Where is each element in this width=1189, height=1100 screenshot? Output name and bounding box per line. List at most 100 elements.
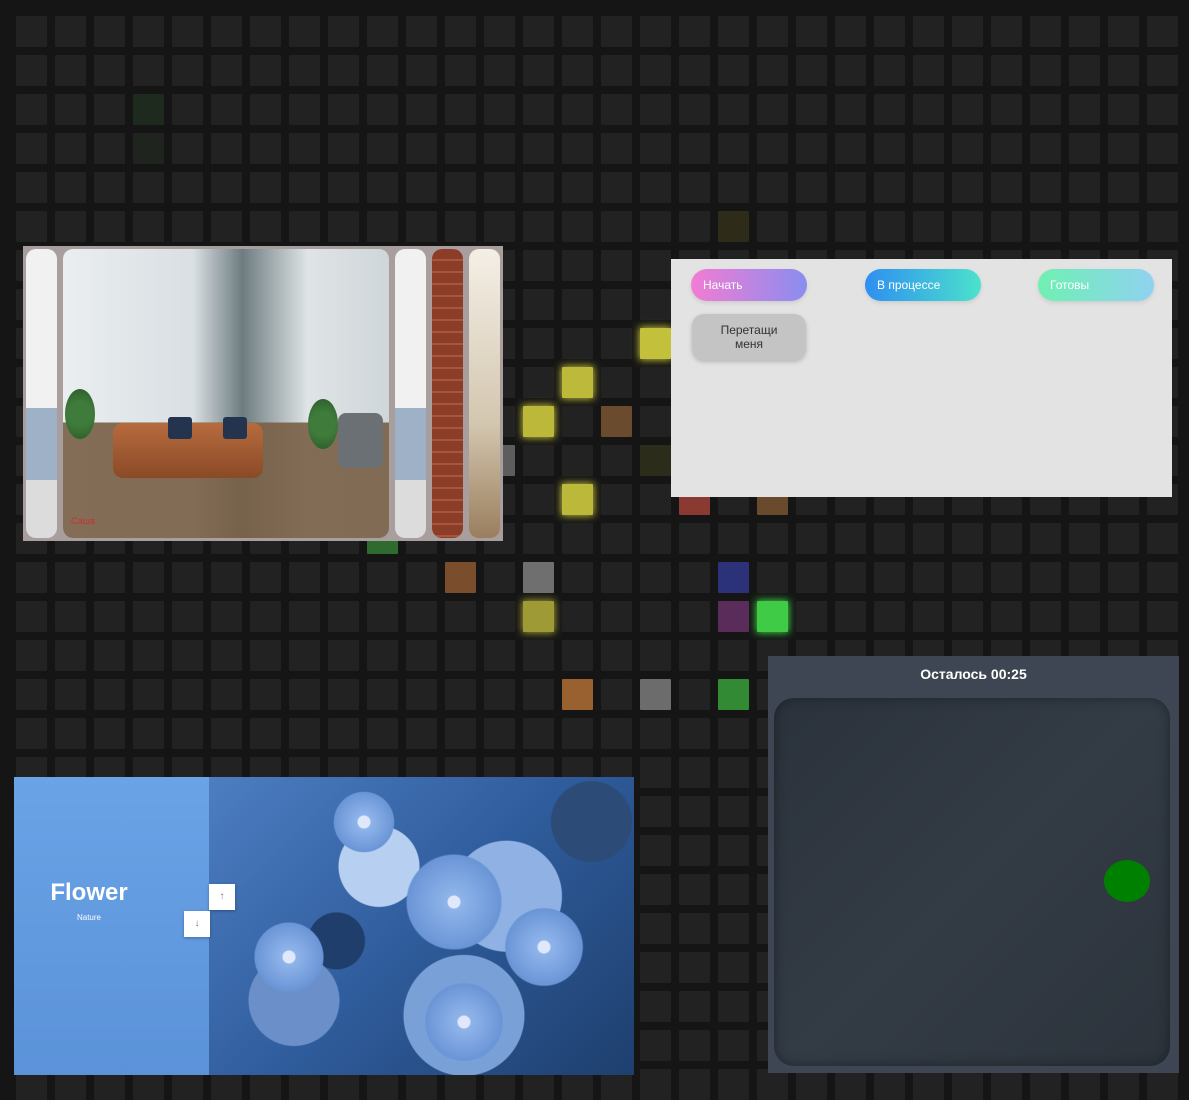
grid-cell	[874, 94, 905, 125]
grid-cell	[640, 367, 671, 398]
grid-cell	[601, 601, 632, 632]
grid-cell	[718, 874, 749, 905]
grid-cell	[1030, 133, 1061, 164]
gallery-slide-1[interactable]	[26, 249, 57, 538]
grid-cell	[133, 16, 164, 47]
hydrangea-photo	[209, 777, 634, 1075]
grid-cell	[484, 55, 515, 86]
grid-cell	[250, 718, 281, 749]
grid-cell	[484, 718, 515, 749]
grid-cell	[835, 94, 866, 125]
grid-cell	[328, 601, 359, 632]
grid-cell	[172, 94, 203, 125]
grid-cell	[562, 55, 593, 86]
grid-cell	[1147, 1069, 1178, 1100]
grid-cell	[328, 718, 359, 749]
grid-cell	[406, 55, 437, 86]
grid-cell	[484, 16, 515, 47]
grid-cell	[211, 679, 242, 710]
grid-cell	[16, 679, 47, 710]
grid-cell	[562, 250, 593, 281]
grid-cell	[1069, 1069, 1100, 1100]
timer-text: Осталось 00:25	[920, 666, 1027, 682]
nav-down-button[interactable]: ↓	[184, 911, 210, 937]
grid-cell	[913, 601, 944, 632]
grid-cell	[562, 718, 593, 749]
grid-cell	[718, 913, 749, 944]
grid-cell	[1108, 16, 1139, 47]
grid-cell	[718, 640, 749, 671]
grid-cell	[835, 55, 866, 86]
grid-cell	[718, 601, 749, 632]
grid-cell	[406, 640, 437, 671]
grid-cell	[445, 133, 476, 164]
grid-cell	[289, 679, 320, 710]
grid-cell	[796, 55, 827, 86]
grid-cell	[1147, 172, 1178, 203]
flower-petal	[419, 977, 509, 1067]
grid-cell	[757, 1069, 788, 1100]
grid-cell	[874, 562, 905, 593]
grid-cell	[94, 562, 125, 593]
grid-cell	[601, 406, 632, 437]
grid-cell	[406, 562, 437, 593]
grid-cell	[562, 94, 593, 125]
grid-cell	[991, 211, 1022, 242]
column-done[interactable]: Готовы	[1038, 269, 1154, 301]
nav-up-button[interactable]: ↑	[209, 884, 235, 910]
gallery-slide-3[interactable]	[395, 249, 426, 538]
grid-cell	[211, 172, 242, 203]
grid-cell	[406, 679, 437, 710]
grid-cell	[679, 679, 710, 710]
grid-cell	[1108, 211, 1139, 242]
gallery-slide-active[interactable]: Саша	[63, 249, 389, 538]
grid-cell	[913, 211, 944, 242]
grid-cell	[1147, 523, 1178, 554]
gallery-slide-4[interactable]	[432, 249, 463, 538]
grid-cell	[1069, 172, 1100, 203]
column-in-progress[interactable]: В процессе	[865, 269, 981, 301]
grid-cell	[640, 874, 671, 905]
grid-cell	[679, 1069, 710, 1100]
column-start[interactable]: Начать	[691, 269, 807, 301]
grid-cell	[718, 172, 749, 203]
grid-cell	[718, 796, 749, 827]
grid-cell	[640, 484, 671, 515]
grid-cell	[562, 601, 593, 632]
grid-cell	[523, 133, 554, 164]
green-ball[interactable]	[1104, 860, 1150, 902]
grid-cell	[718, 835, 749, 866]
grid-cell	[94, 640, 125, 671]
grid-cell	[757, 55, 788, 86]
grid-cell	[757, 16, 788, 47]
grid-cell	[172, 562, 203, 593]
grid-cell	[1069, 16, 1100, 47]
grid-cell	[757, 601, 788, 632]
grid-cell	[328, 172, 359, 203]
grid-cell	[523, 367, 554, 398]
grid-cell	[289, 640, 320, 671]
gallery-slide-5[interactable]	[469, 249, 500, 538]
grid-cell	[835, 601, 866, 632]
grid-cell	[601, 718, 632, 749]
grid-cell	[406, 211, 437, 242]
grid-cell	[172, 679, 203, 710]
grid-cell	[874, 211, 905, 242]
grid-cell	[289, 718, 320, 749]
grid-cell	[679, 874, 710, 905]
grid-cell	[562, 640, 593, 671]
grid-cell	[640, 16, 671, 47]
grid-cell	[679, 835, 710, 866]
grid-cell	[250, 640, 281, 671]
grid-cell	[1030, 16, 1061, 47]
grid-cell	[679, 757, 710, 788]
gallery-caption: Саша	[71, 516, 95, 526]
grid-cell	[640, 835, 671, 866]
grid-cell	[445, 679, 476, 710]
grid-cell	[250, 211, 281, 242]
draggable-card[interactable]: Перетащи меня	[692, 314, 806, 360]
grid-cell	[679, 55, 710, 86]
game-field[interactable]	[774, 698, 1170, 1066]
image-gallery: Саша	[23, 246, 503, 541]
grid-cell	[55, 94, 86, 125]
